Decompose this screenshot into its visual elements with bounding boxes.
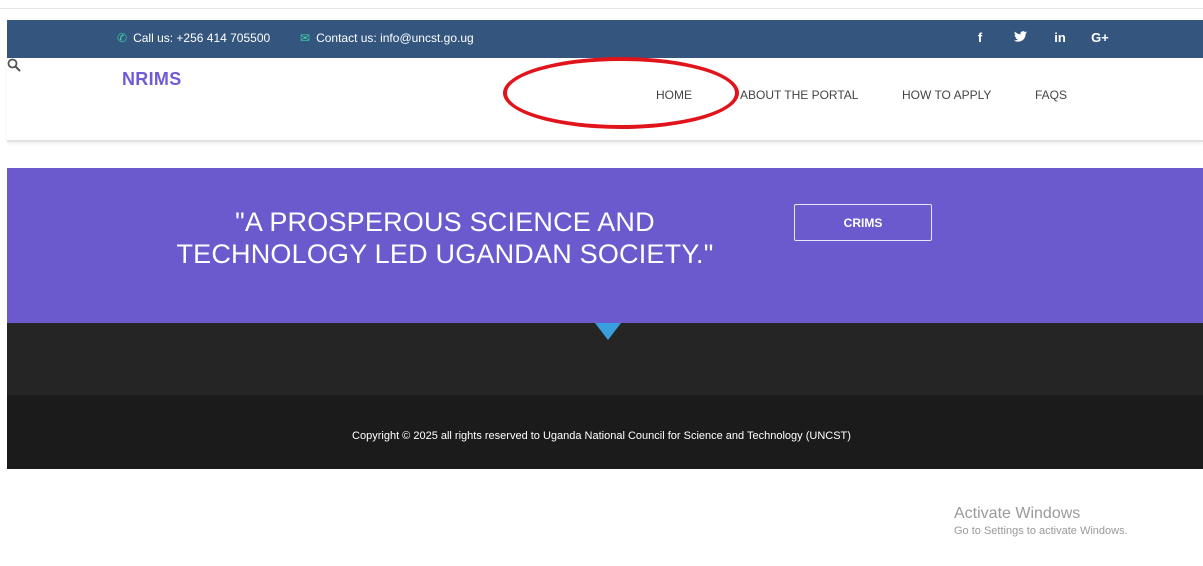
footer: Copyright © 2025 all rights reserved to … <box>7 395 1203 469</box>
google-plus-icon[interactable]: G+ <box>1080 30 1120 45</box>
social-links: f in G+ <box>960 30 1120 45</box>
windows-activation-watermark: Activate Windows Go to Settings to activ… <box>954 505 1128 537</box>
top-bar: ✆ Call us: +256 414 705500 ✉ Contact us:… <box>7 20 1203 58</box>
site-logo[interactable]: NRIMS <box>122 69 182 90</box>
twitter-icon[interactable] <box>1000 30 1040 45</box>
down-arrow-icon <box>595 323 621 340</box>
phone-contact[interactable]: ✆ Call us: +256 414 705500 <box>117 31 270 45</box>
envelope-icon: ✉ <box>300 31 311 45</box>
facebook-icon[interactable]: f <box>960 30 1000 45</box>
watermark-subtitle: Go to Settings to activate Windows. <box>954 525 1128 537</box>
main-navbar: NRIMS HOME ABOUT THE PORTAL HOW TO APPLY… <box>7 58 1203 142</box>
linkedin-icon[interactable]: in <box>1040 30 1080 45</box>
vision-tagline: "A PROSPEROUS SCIENCE AND TECHNOLOGY LED… <box>176 207 714 269</box>
email-contact[interactable]: ✉ Contact us: info@uncst.go.ug <box>300 31 474 45</box>
nav-faqs[interactable]: FAQS <box>1035 88 1067 102</box>
hero-banner: "A PROSPEROUS SCIENCE AND TECHNOLOGY LED… <box>7 168 1203 323</box>
phone-icon: ✆ <box>117 31 128 45</box>
email-text: Contact us: info@uncst.go.ug <box>316 31 474 45</box>
nav-how-to-apply[interactable]: HOW TO APPLY <box>902 88 991 102</box>
crims-button[interactable]: CRIMS <box>794 204 932 241</box>
search-icon[interactable] <box>7 58 23 74</box>
nav-about-portal[interactable]: ABOUT THE PORTAL <box>740 88 858 102</box>
nav-home[interactable]: HOME <box>656 88 692 102</box>
copyright-text: Copyright © 2025 all rights reserved to … <box>352 430 851 442</box>
phone-text: Call us: +256 414 705500 <box>133 31 271 45</box>
watermark-title: Activate Windows <box>954 505 1081 522</box>
top-rule <box>0 8 1203 9</box>
